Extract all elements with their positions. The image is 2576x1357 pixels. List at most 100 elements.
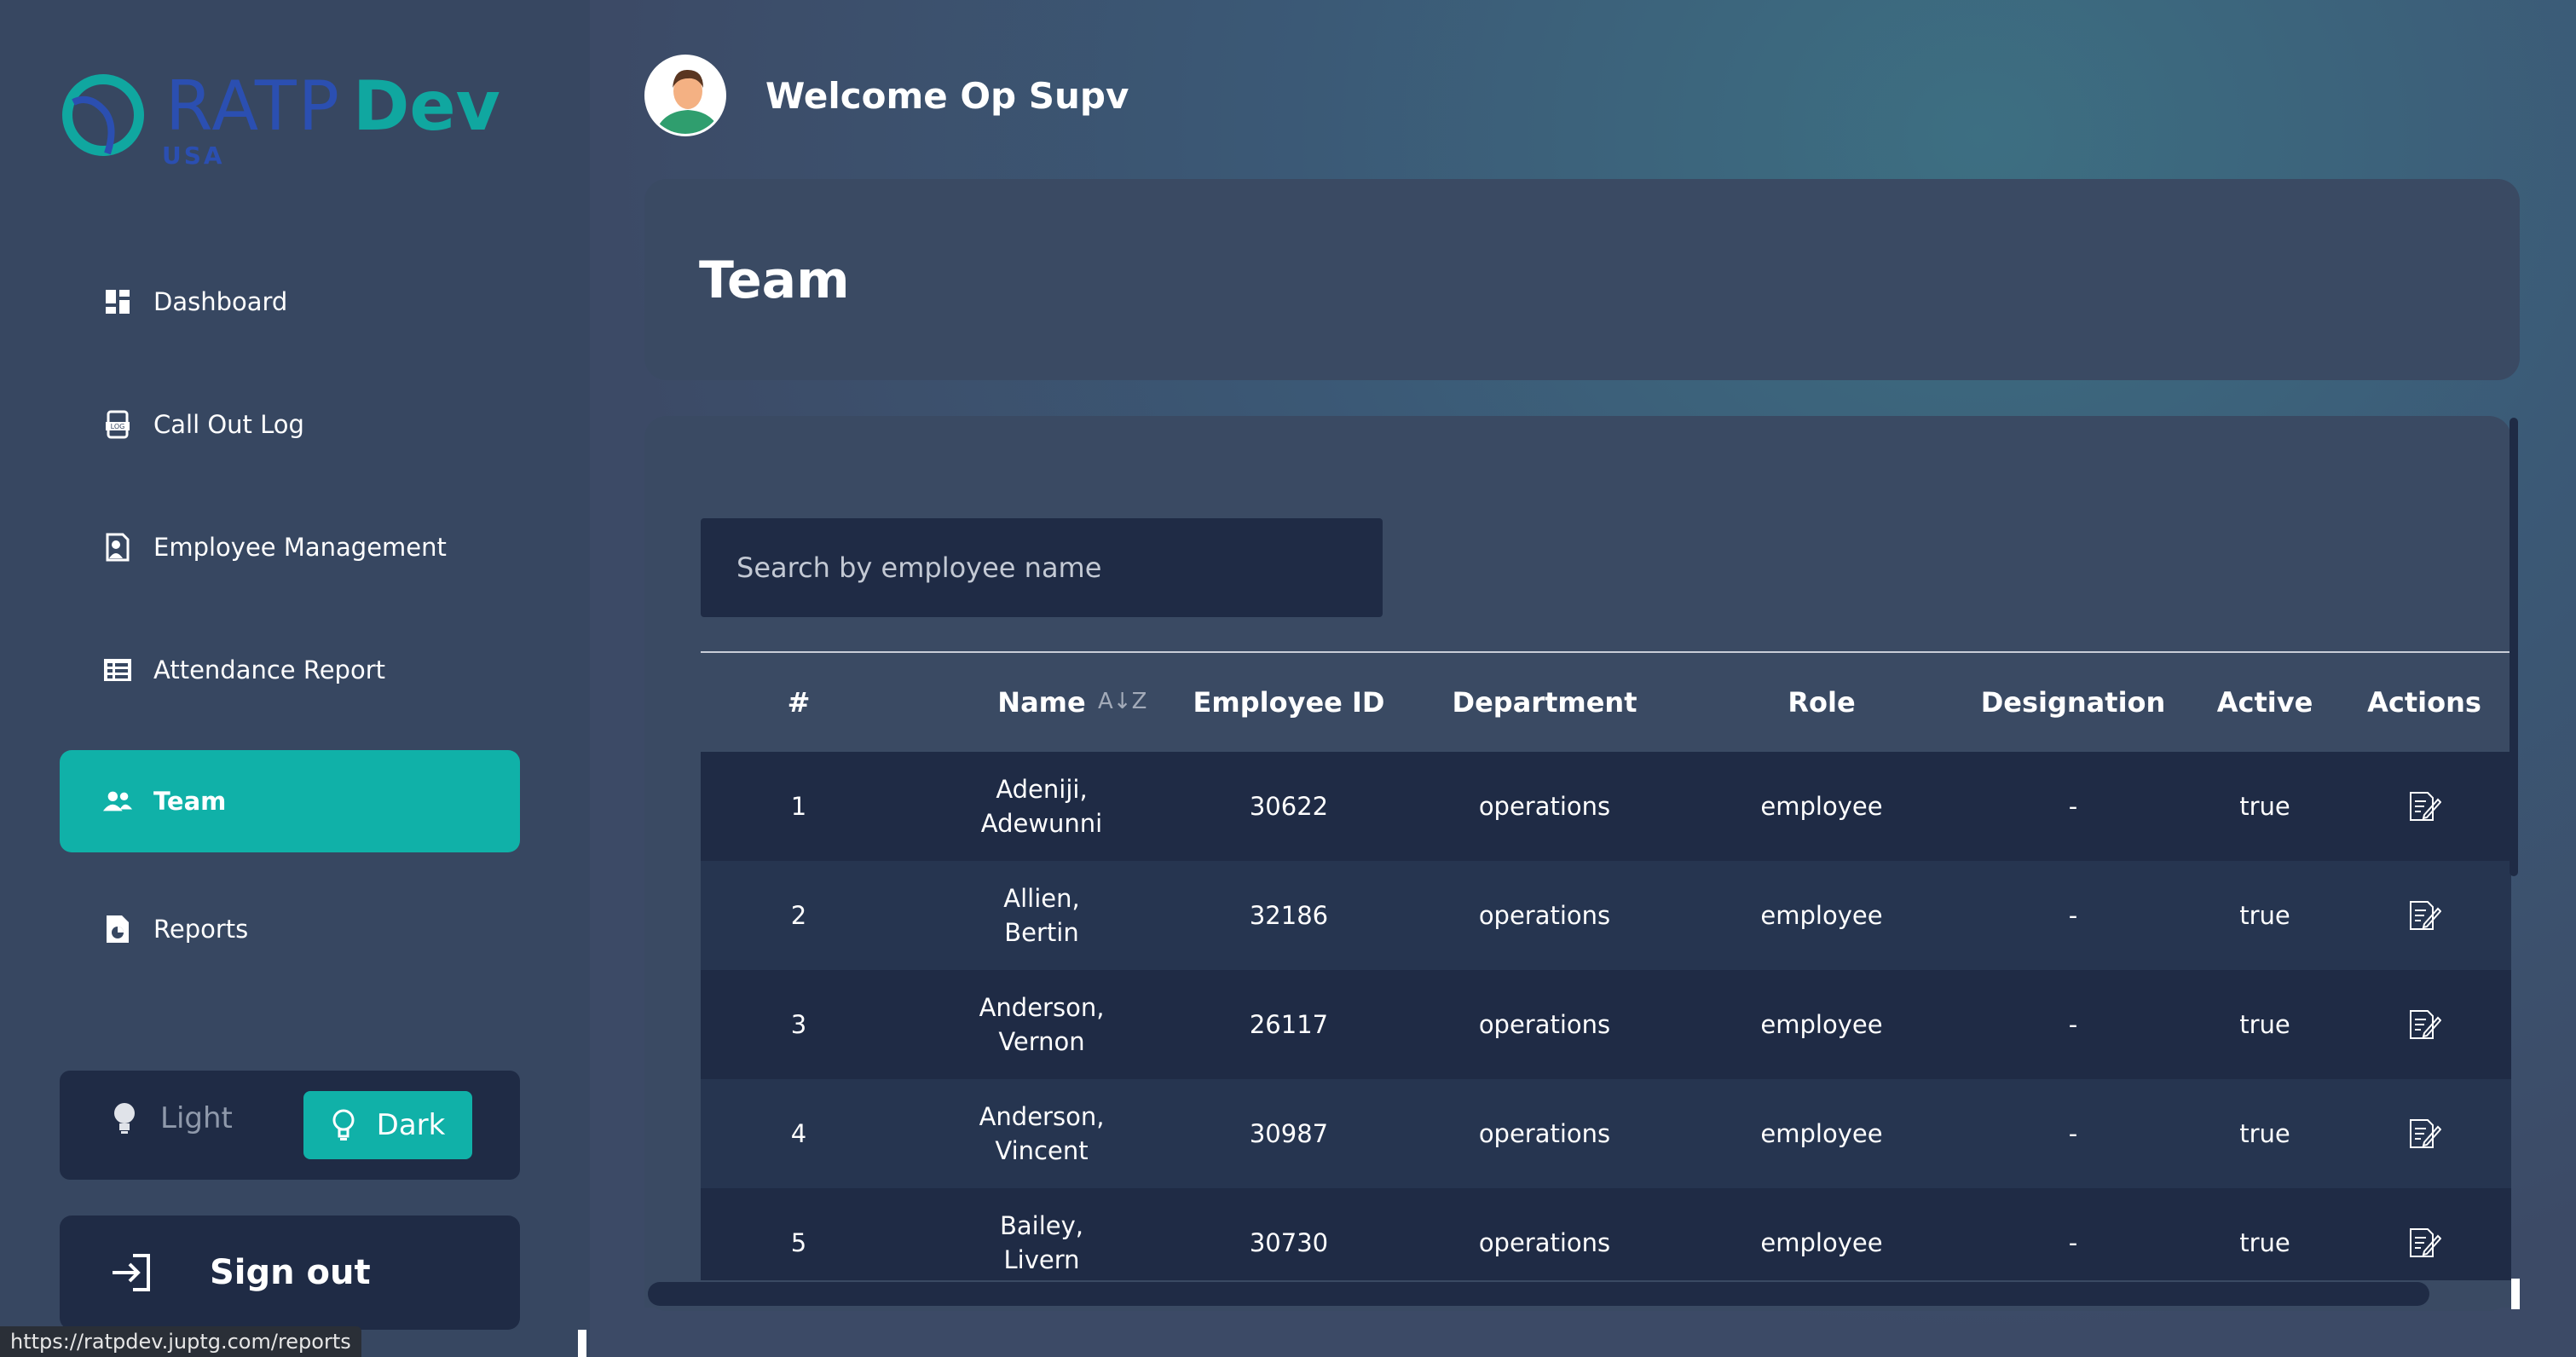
theme-light-label: Light	[160, 1101, 233, 1135]
edit-document-icon	[2410, 1228, 2441, 1257]
row-role: employee	[1760, 901, 1883, 930]
sign-out-button[interactable]: Sign out	[60, 1216, 520, 1330]
search-input[interactable]	[701, 518, 1383, 617]
sidebar-item-label: Attendance Report	[153, 655, 385, 684]
theme-toggle: Light Dark	[60, 1071, 520, 1180]
row-designation: -	[2068, 792, 2078, 821]
status-bar-url: https://ratpdev.juptg.com/reports	[0, 1326, 361, 1357]
sidebar-item-label: Team	[153, 787, 227, 816]
attendance-report-icon	[102, 655, 133, 685]
sidebar-item-label: Reports	[153, 915, 249, 944]
column-header-department[interactable]: Department	[1400, 653, 1689, 752]
row-active: true	[2239, 792, 2290, 821]
sidebar-item-team[interactable]: Team	[60, 750, 520, 852]
row-name-last: Anderson,	[979, 1102, 1105, 1131]
row-employee-id: 32186	[1249, 901, 1329, 930]
theme-dark-option[interactable]: Dark	[303, 1091, 472, 1159]
row-role: employee	[1760, 1010, 1883, 1039]
user-avatar-icon	[647, 57, 724, 134]
sidebar-item-label: Dashboard	[153, 287, 288, 316]
column-header-active[interactable]: Active	[2192, 653, 2337, 752]
logo-ratp-text: RATP	[165, 66, 341, 146]
row-role: employee	[1760, 1119, 1883, 1148]
sort-az-icon[interactable]: A↓Z	[1098, 689, 1146, 714]
row-name-first: Bertin	[1004, 918, 1079, 947]
logo-dev-text: Dev	[352, 66, 500, 146]
row-name: Anderson, Vernon	[897, 970, 1187, 1079]
table-row[interactable]: 1 Adeniji, Adewunni 30622 operations empl…	[701, 752, 2511, 861]
employee-management-icon	[102, 532, 133, 563]
logo-region-text: USA	[162, 141, 225, 170]
edit-button[interactable]	[2337, 861, 2511, 970]
edit-button[interactable]	[2337, 752, 2511, 861]
row-name-first: Vincent	[995, 1136, 1089, 1165]
row-name-last: Allien,	[1003, 884, 1080, 913]
scrollbar-fragment	[578, 1330, 586, 1357]
row-role: employee	[1760, 792, 1883, 821]
sidebar-item-dashboard[interactable]: Dashboard	[102, 286, 287, 317]
sidebar-item-label: Call Out Log	[153, 410, 304, 439]
row-department: operations	[1478, 792, 1611, 821]
sign-in-arrow-icon	[113, 1254, 150, 1291]
row-name: Adeniji, Adewunni	[897, 752, 1187, 861]
edit-document-icon	[2410, 901, 2441, 930]
row-number: 1	[790, 792, 807, 821]
vertical-scrollbar-thumb[interactable]	[2510, 418, 2518, 876]
page-title: Team	[699, 251, 850, 310]
column-header-number[interactable]: #	[701, 653, 897, 752]
team-icon	[102, 786, 133, 817]
column-header-role[interactable]: Role	[1689, 653, 1954, 752]
column-header-designation[interactable]: Designation	[1954, 653, 2192, 752]
row-department: operations	[1478, 1010, 1611, 1039]
table-row[interactable]: 4 Anderson, Vincent 30987 operations empl…	[701, 1079, 2511, 1188]
sidebar-item-employee-management[interactable]: Employee Management	[102, 532, 447, 563]
theme-dark-label: Dark	[376, 1108, 446, 1142]
edit-document-icon	[2410, 792, 2441, 821]
ratp-dev-logo[interactable]: RATP Dev USA	[56, 60, 534, 170]
dashboard-icon	[102, 286, 133, 317]
edit-button[interactable]	[2337, 1079, 2511, 1188]
vertical-scrollbar-end	[2511, 1279, 2520, 1309]
row-name-first: Adewunni	[980, 809, 1103, 838]
row-employee-id: 30622	[1249, 792, 1329, 821]
reports-icon	[102, 914, 133, 944]
sidebar-item-label: Employee Management	[153, 533, 447, 562]
table-row[interactable]: 2 Allien, Bertin 32186 operations employe…	[701, 861, 2511, 970]
row-designation: -	[2068, 901, 2078, 930]
horizontal-scrollbar-thumb[interactable]	[648, 1282, 2429, 1306]
row-name-last: Bailey,	[999, 1211, 1083, 1240]
row-active: true	[2239, 1010, 2290, 1039]
row-department: operations	[1478, 1119, 1611, 1148]
log-icon: LOG	[102, 409, 133, 440]
row-name-first: Vernon	[998, 1027, 1085, 1056]
sidebar-item-call-out-log[interactable]: LOG Call Out Log	[102, 409, 304, 440]
row-name-first: Livern	[1003, 1245, 1080, 1274]
theme-light-option[interactable]: Light	[111, 1101, 233, 1135]
table-header: # Name A↓Z Employee ID Department Role D…	[701, 653, 2511, 752]
team-table-card: # Name A↓Z Employee ID Department Role D…	[644, 416, 2511, 1311]
row-active: true	[2239, 1119, 2290, 1148]
row-department: operations	[1478, 901, 1611, 930]
edit-button[interactable]	[2337, 970, 2511, 1079]
row-number: 2	[790, 901, 807, 930]
sidebar-item-attendance-report[interactable]: Attendance Report	[102, 655, 385, 685]
welcome-text: Welcome Op Supv	[765, 74, 1129, 117]
svg-text:LOG: LOG	[111, 423, 125, 430]
row-name-last: Anderson,	[979, 993, 1105, 1022]
column-header-employee-id[interactable]: Employee ID	[1178, 653, 1400, 752]
sidebar-item-reports[interactable]: Reports	[102, 914, 248, 944]
row-name: Anderson, Vincent	[897, 1079, 1187, 1188]
edit-document-icon	[2410, 1010, 2441, 1039]
column-header-actions: Actions	[2367, 686, 2481, 719]
main-content: Welcome Op Supv Team # Name A↓Z Employee…	[590, 0, 2576, 1357]
row-active: true	[2239, 901, 2290, 930]
lightbulb-outline-icon	[332, 1109, 355, 1140]
sidebar: RATP Dev USA Dashboard LOG Call Out Log E…	[0, 0, 590, 1357]
row-number: 3	[790, 1010, 807, 1039]
table-row[interactable]: 3 Anderson, Vernon 26117 operations emplo…	[701, 970, 2511, 1079]
avatar[interactable]	[644, 55, 726, 136]
row-name-last: Adeniji,	[996, 775, 1088, 804]
row-employee-id: 26117	[1249, 1010, 1329, 1039]
sign-out-label: Sign out	[210, 1253, 371, 1292]
logo-ring-icon	[62, 74, 144, 156]
